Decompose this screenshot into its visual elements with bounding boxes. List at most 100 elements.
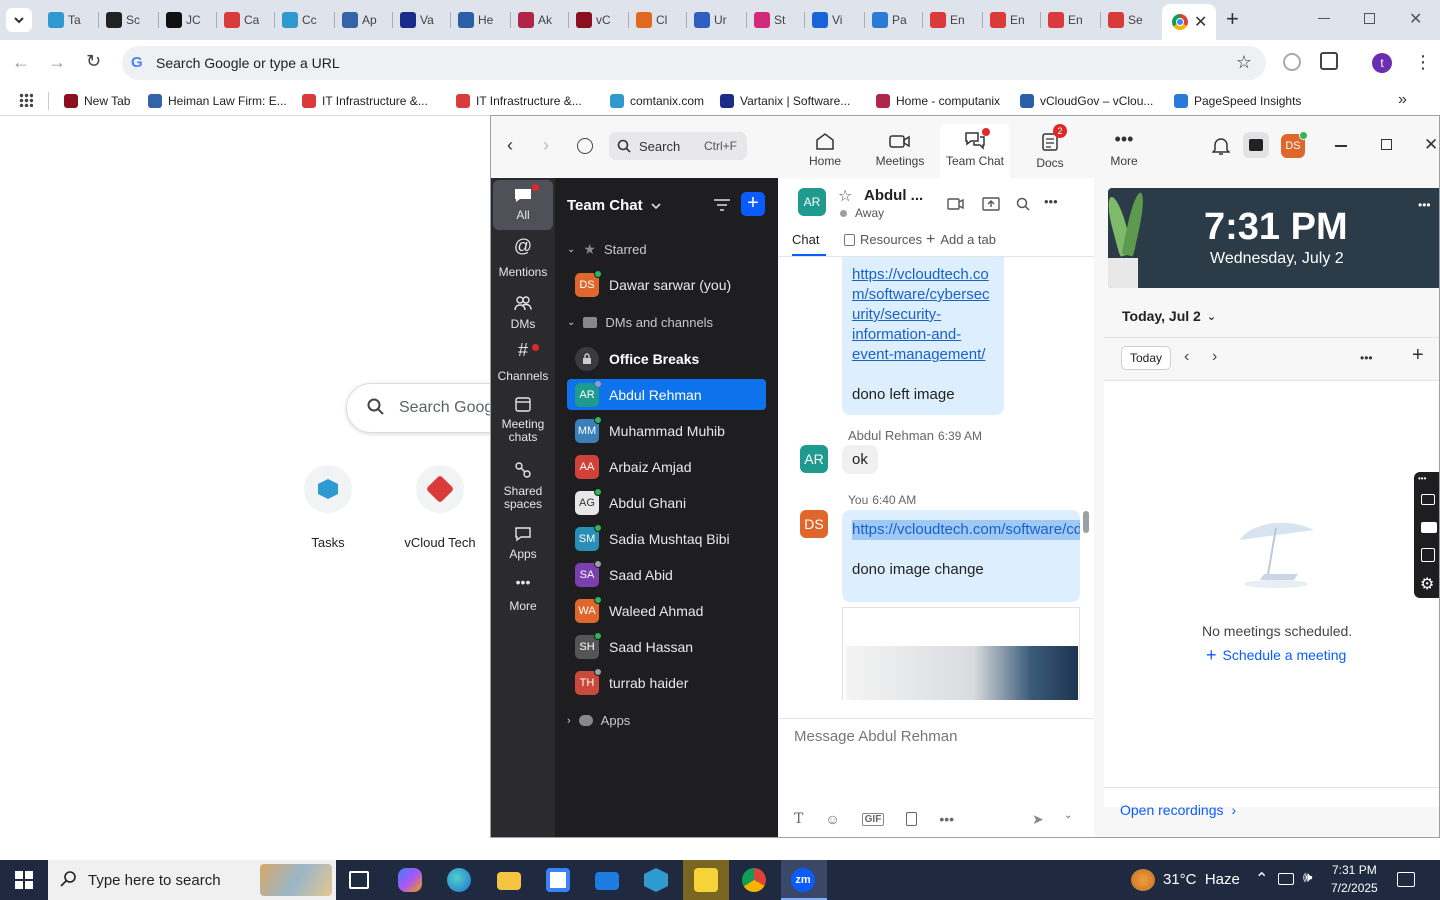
browser-tab[interactable]: St bbox=[748, 6, 806, 34]
add-event-icon[interactable]: + bbox=[1412, 344, 1424, 367]
browser-tab[interactable]: Cc bbox=[276, 6, 334, 34]
clock-date[interactable]: 7/2/2025 bbox=[1331, 881, 1378, 895]
send-icon[interactable]: ➤ bbox=[1032, 811, 1044, 828]
browser-tab[interactable]: En bbox=[984, 6, 1042, 34]
nav-meetings[interactable]: Meetings bbox=[865, 126, 935, 176]
chevron-down-icon[interactable]: ⌄ bbox=[1064, 810, 1072, 821]
zoom-close-button[interactable]: ✕ bbox=[1424, 135, 1438, 155]
video-call-icon[interactable] bbox=[947, 197, 965, 211]
rail-more[interactable]: ••• More bbox=[493, 575, 553, 613]
clock-time[interactable]: 7:31 PM bbox=[1332, 863, 1377, 877]
browser-tab[interactable]: Ak bbox=[512, 6, 570, 34]
open-recordings-link[interactable]: Open recordings › bbox=[1120, 802, 1236, 818]
forward-button[interactable]: → bbox=[48, 52, 66, 73]
video-icon[interactable] bbox=[1421, 522, 1437, 533]
camera-icon[interactable] bbox=[1421, 494, 1435, 505]
browser-tab[interactable]: En bbox=[1042, 6, 1100, 34]
back-button[interactable]: ← bbox=[12, 52, 30, 73]
rail-meeting-chats[interactable]: Meeting chats bbox=[493, 396, 553, 444]
chrome-icon[interactable] bbox=[742, 868, 766, 892]
browser-tab[interactable]: Se bbox=[1102, 6, 1160, 34]
add-tab-button[interactable]: + Add a tab bbox=[926, 232, 996, 248]
filter-icon[interactable] bbox=[713, 198, 731, 212]
back-arrow-icon[interactable]: ‹ bbox=[507, 135, 513, 156]
message-image-preview[interactable] bbox=[842, 607, 1080, 700]
contact-name[interactable]: Abdul ... bbox=[864, 187, 923, 204]
network-icon[interactable] bbox=[1278, 873, 1294, 885]
sticky-notes-icon[interactable] bbox=[694, 868, 718, 892]
bell-icon[interactable] bbox=[1212, 136, 1230, 156]
next-day-icon[interactable]: › bbox=[1212, 348, 1217, 366]
user-avatar[interactable]: DS bbox=[1281, 131, 1308, 158]
more-bookmarks-icon[interactable]: » bbox=[1398, 91, 1407, 109]
copilot-icon[interactable] bbox=[398, 868, 422, 892]
share-screen-icon[interactable] bbox=[982, 197, 1000, 211]
browser-tab[interactable]: En bbox=[924, 6, 982, 34]
contact-item[interactable]: SA Saad Abid bbox=[567, 559, 766, 590]
nav-more[interactable]: ••• More bbox=[1089, 126, 1159, 176]
nav-docs[interactable]: 2 Docs bbox=[1015, 124, 1085, 176]
team-chat-dropdown[interactable]: Team Chat bbox=[567, 197, 661, 214]
tray-chevron-icon[interactable]: ⌃ bbox=[1255, 869, 1268, 889]
text-format-icon[interactable]: T bbox=[794, 811, 803, 827]
bookmark-item[interactable]: vCloudGov – vClou... bbox=[1020, 92, 1153, 110]
history-icon[interactable] bbox=[577, 138, 593, 154]
calendar-more-icon[interactable]: ••• bbox=[1360, 351, 1373, 365]
gif-icon[interactable]: GIF bbox=[861, 812, 885, 826]
card-more-icon[interactable]: ••• bbox=[1418, 198, 1431, 212]
gift-icon[interactable] bbox=[1243, 132, 1269, 158]
sender-avatar[interactable]: AR bbox=[800, 445, 828, 473]
search-icon[interactable] bbox=[1016, 197, 1030, 211]
browser-tab[interactable]: JC bbox=[160, 6, 218, 34]
windows-start-icon[interactable] bbox=[15, 871, 33, 889]
resources-tab[interactable]: Resources bbox=[844, 232, 922, 247]
bookmark-item[interactable]: PageSpeed Insights bbox=[1174, 92, 1301, 110]
browser-tab[interactable]: He bbox=[452, 6, 510, 34]
contact-item[interactable]: SH Saad Hassan bbox=[567, 631, 766, 662]
contact-item[interactable]: AR Abdul Rehman bbox=[567, 379, 766, 410]
today-button[interactable]: Today bbox=[1121, 346, 1171, 370]
maximize-window-button[interactable] bbox=[1364, 13, 1375, 24]
notification-center-icon[interactable] bbox=[1397, 872, 1415, 887]
close-window-button[interactable]: ✕ bbox=[1409, 9, 1422, 29]
rail-shared-spaces[interactable]: Shared spaces bbox=[493, 461, 553, 511]
zoom-search-box[interactable]: Search Ctrl+F bbox=[609, 132, 747, 160]
rail-mentions[interactable]: @ Mentions bbox=[493, 237, 553, 279]
bookmark-item[interactable]: Heiman Law Firm: E... bbox=[148, 92, 287, 110]
channel-office-breaks[interactable]: Office Breaks bbox=[567, 343, 766, 374]
mail-icon[interactable] bbox=[595, 872, 619, 890]
sender-avatar[interactable]: DS bbox=[800, 510, 828, 538]
reload-button[interactable]: ↻ bbox=[86, 51, 101, 72]
more-options-icon[interactable]: ••• bbox=[1044, 194, 1058, 209]
gear-icon[interactable]: ⚙ bbox=[1420, 574, 1434, 594]
message-composer[interactable]: Message Abdul Rehman bbox=[794, 728, 957, 745]
forward-arrow-icon[interactable]: › bbox=[543, 135, 549, 156]
prev-day-icon[interactable]: ‹ bbox=[1184, 348, 1189, 366]
menu-kebab-icon[interactable]: ⋮ bbox=[1414, 52, 1432, 73]
message-link[interactable]: https://vcloudtech.co m/software/cybersec… bbox=[852, 265, 994, 365]
contact-item[interactable]: AA Arbaiz Amjad bbox=[567, 451, 766, 482]
browser-tab[interactable]: Sc bbox=[100, 6, 158, 34]
globe-icon[interactable] bbox=[1283, 53, 1301, 71]
volume-icon[interactable]: 🕪 bbox=[1303, 869, 1312, 886]
dms-section-header[interactable]: ⌄ DMs and channels bbox=[567, 315, 713, 330]
bookmark-star-icon[interactable]: ☆ bbox=[1236, 52, 1252, 73]
file-icon[interactable] bbox=[906, 812, 918, 826]
window-icon[interactable] bbox=[1421, 548, 1435, 562]
contact-item[interactable]: WA Waleed Ahmad bbox=[567, 595, 766, 626]
browser-tab[interactable]: Ta bbox=[42, 6, 100, 34]
shortcut-tasks[interactable]: Tasks bbox=[288, 465, 368, 550]
contact-item[interactable]: SM Sadia Mushtaq Bibi bbox=[567, 523, 766, 554]
message-link-selected[interactable]: https://vcloudtech.com/software/cdata-ba… bbox=[852, 520, 1080, 540]
bookmark-item[interactable]: IT Infrastructure &... bbox=[456, 92, 582, 110]
contact-item[interactable]: AG Abdul Ghani bbox=[567, 487, 766, 518]
minimize-window-button[interactable] bbox=[1318, 18, 1330, 19]
rail-apps[interactable]: Apps bbox=[493, 526, 553, 561]
tab-new-tab-active[interactable]: ✕ bbox=[1162, 4, 1216, 40]
bookmark-item[interactable]: New Tab bbox=[64, 92, 130, 110]
chat-scrollbar[interactable] bbox=[1083, 511, 1089, 533]
favorite-star-icon[interactable]: ☆ bbox=[838, 186, 852, 206]
tab-search-button[interactable] bbox=[6, 8, 32, 32]
more-dots-icon[interactable]: ••• bbox=[939, 811, 954, 827]
new-tab-button[interactable]: + bbox=[1226, 8, 1239, 30]
